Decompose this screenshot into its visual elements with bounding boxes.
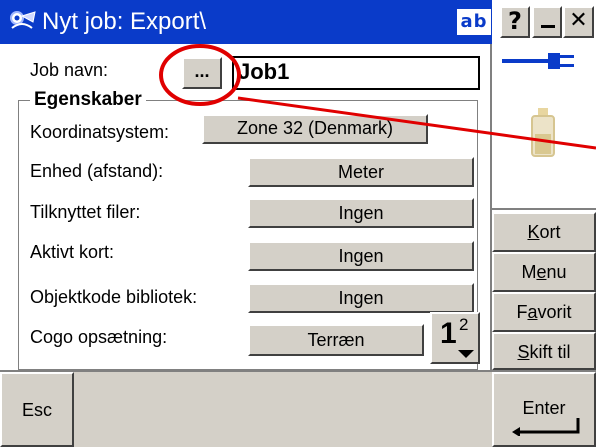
annotation-highlight bbox=[159, 44, 596, 150]
annotation-line bbox=[237, 96, 596, 150]
annotation-circle bbox=[159, 44, 241, 106]
